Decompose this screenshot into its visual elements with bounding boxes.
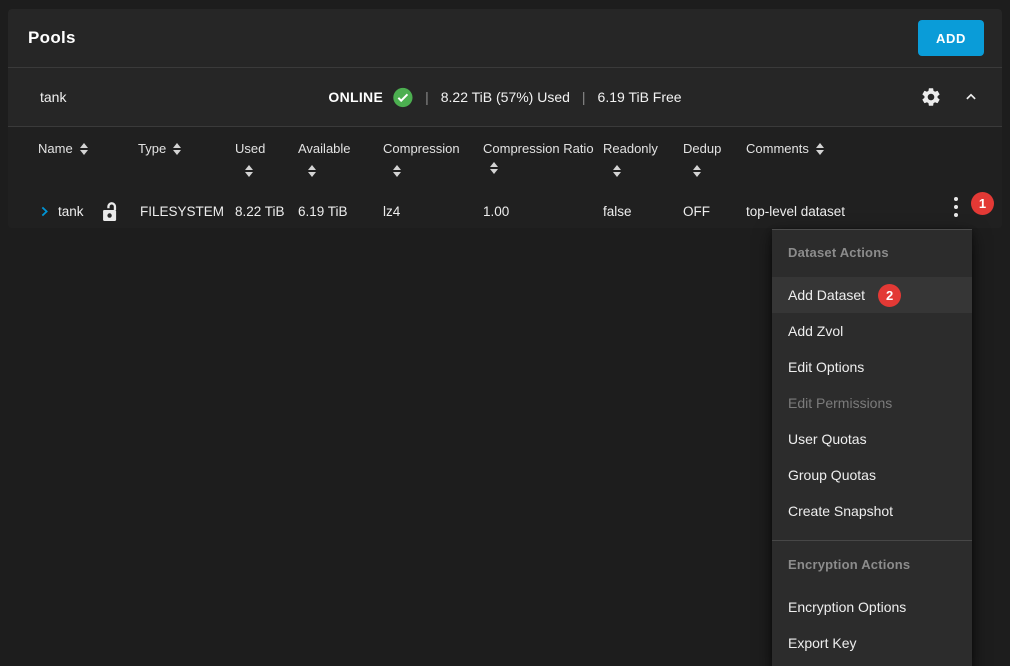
check-circle-icon xyxy=(392,87,413,108)
pool-status: ONLINE | 8.22 TiB (57%) Used | 6.19 TiB … xyxy=(328,87,681,108)
menu-section-header: Encryption Actions xyxy=(772,547,972,581)
sort-icon xyxy=(613,165,621,177)
menu-divider xyxy=(772,540,972,541)
column-header-used[interactable]: Used xyxy=(235,139,298,177)
pool-summary-row: tank ONLINE | 8.22 TiB (57%) Used | 6.19… xyxy=(8,68,1002,127)
column-header-available[interactable]: Available xyxy=(298,139,383,177)
sort-icon xyxy=(693,165,701,177)
sort-icon xyxy=(80,143,88,155)
sort-icon xyxy=(173,143,181,155)
dataset-readonly: false xyxy=(603,204,683,219)
dataset-compression: lz4 xyxy=(383,204,483,219)
dataset-comments: top-level dataset xyxy=(746,204,1002,219)
menu-item-export-key[interactable]: Export Key xyxy=(772,625,972,661)
status-separator: | xyxy=(579,89,589,105)
gear-icon[interactable] xyxy=(920,86,942,108)
pools-card: Pools ADD tank ONLINE | 8.22 TiB (57%) U… xyxy=(8,9,1002,228)
add-button[interactable]: ADD xyxy=(918,20,984,56)
step-badge-2: 2 xyxy=(878,284,901,307)
chevron-up-icon[interactable] xyxy=(962,88,980,106)
menu-item-edit-permissions: Edit Permissions xyxy=(772,385,972,421)
dataset-type-cell: FILESYSTEM xyxy=(138,199,235,223)
pool-free: 6.19 TiB Free xyxy=(598,89,682,105)
dataset-compression-ratio: 1.00 xyxy=(483,204,603,219)
menu-item-user-quotas[interactable]: User Quotas xyxy=(772,421,972,457)
table-header-row: Name Type Used Available Compression Com… xyxy=(8,127,1002,177)
sort-icon xyxy=(245,165,253,177)
kebab-menu-icon[interactable] xyxy=(950,193,962,221)
dataset-used: 8.22 TiB xyxy=(235,204,298,219)
pool-status-label: ONLINE xyxy=(328,89,383,105)
column-header-readonly[interactable]: Readonly xyxy=(603,139,683,177)
dataset-actions-menu: Dataset Actions Add Dataset 2 Add Zvol E… xyxy=(772,229,972,666)
step-badge-1: 1 xyxy=(971,192,994,215)
menu-item-encryption-options[interactable]: Encryption Options xyxy=(772,589,972,625)
column-header-type[interactable]: Type xyxy=(138,139,235,158)
sort-icon xyxy=(308,165,316,177)
menu-section-header: Dataset Actions xyxy=(772,235,972,269)
datasets-table: Name Type Used Available Compression Com… xyxy=(8,127,1002,228)
column-header-dedup[interactable]: Dedup xyxy=(683,139,746,177)
dataset-available: 6.19 TiB xyxy=(298,204,383,219)
menu-item-add-dataset[interactable]: Add Dataset 2 xyxy=(772,277,972,313)
column-header-comments[interactable]: Comments xyxy=(746,139,1002,158)
sort-icon xyxy=(490,162,498,174)
unlocked-padlock-icon xyxy=(100,199,140,223)
dataset-type: FILESYSTEM xyxy=(140,204,224,219)
status-separator: | xyxy=(422,89,432,105)
table-row: tank FILESYSTEM 8.22 TiB 6.19 TiB lz4 1.… xyxy=(8,191,1002,228)
sort-icon xyxy=(816,143,824,155)
pool-used: 8.22 TiB (57%) Used xyxy=(441,89,570,105)
page-title: Pools xyxy=(28,28,76,48)
dataset-name: tank xyxy=(58,204,84,219)
card-header: Pools ADD xyxy=(8,9,1002,68)
menu-item-create-snapshot[interactable]: Create Snapshot xyxy=(772,493,972,529)
pool-name: tank xyxy=(40,89,66,105)
dataset-dedup: OFF xyxy=(683,204,746,219)
menu-item-group-quotas[interactable]: Group Quotas xyxy=(772,457,972,493)
column-header-compression-ratio[interactable]: Compression Ratio xyxy=(483,139,603,177)
column-header-compression[interactable]: Compression xyxy=(383,139,483,177)
expand-chevron-icon[interactable] xyxy=(38,205,51,218)
menu-item-add-zvol[interactable]: Add Zvol xyxy=(772,313,972,349)
menu-item-edit-options[interactable]: Edit Options xyxy=(772,349,972,385)
sort-icon xyxy=(393,165,401,177)
column-header-name[interactable]: Name xyxy=(38,139,138,158)
